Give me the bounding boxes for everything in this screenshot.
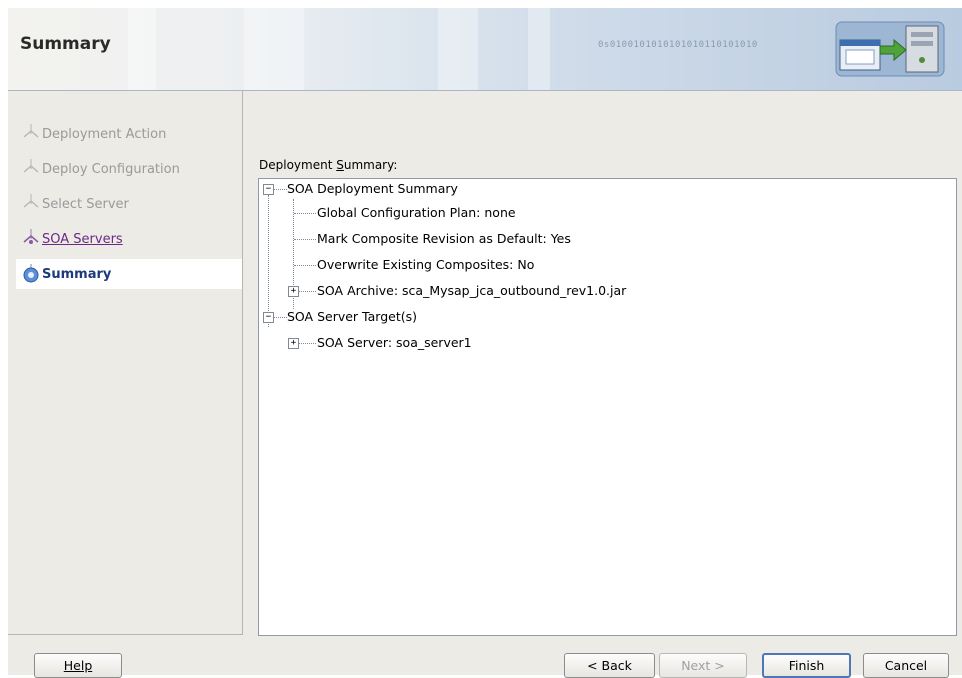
tree-node-soa-server[interactable]: SOA Server: soa_server1: [317, 333, 472, 353]
tree-node-soa-deployment-summary[interactable]: SOA Deployment Summary: [287, 179, 458, 199]
summary-panel: Deployment Summary: − SOA Deployment Sum…: [243, 91, 962, 636]
train-step-deployment-action: Deployment Action: [16, 119, 242, 149]
cancel-button[interactable]: Cancel: [863, 653, 949, 678]
train-step-soa-servers[interactable]: SOA Servers: [16, 224, 242, 254]
expand-icon[interactable]: +: [288, 338, 299, 349]
tree-node-mark-composite-default[interactable]: Mark Composite Revision as Default: Yes: [317, 229, 571, 249]
deploy-wizard-icon: [835, 21, 945, 77]
wizard-train: Deployment Action Deploy Configuration S…: [8, 91, 243, 635]
train-step-select-server: Select Server: [16, 189, 242, 219]
tree-node-global-configuration-plan[interactable]: Global Configuration Plan: none: [317, 203, 516, 223]
train-stop-icon: [23, 194, 39, 208]
help-button[interactable]: Help: [34, 653, 122, 678]
train-stop-icon: [23, 124, 39, 138]
tree-node-soa-server-targets[interactable]: SOA Server Target(s): [287, 307, 417, 327]
train-step-label: Summary: [42, 266, 112, 282]
page-title: Summary: [20, 34, 111, 54]
train-step-label: Select Server: [42, 196, 129, 212]
deployment-summary-tree[interactable]: − SOA Deployment Summary Global Configur…: [258, 178, 957, 636]
train-step-deploy-configuration: Deploy Configuration: [16, 154, 242, 184]
finish-button[interactable]: Finish: [762, 653, 851, 678]
tree-node-overwrite-composites[interactable]: Overwrite Existing Composites: No: [317, 255, 534, 275]
train-stop-icon: [23, 159, 39, 173]
tree-node-soa-archive[interactable]: SOA Archive: sca_Mysap_jca_outbound_rev1…: [317, 281, 626, 301]
train-step-label: Deployment Action: [42, 126, 167, 142]
train-stop-current-icon: [23, 264, 39, 283]
collapse-icon[interactable]: −: [263, 312, 274, 323]
collapse-icon[interactable]: −: [263, 184, 274, 195]
deployment-summary-label: Deployment Summary:: [259, 158, 398, 172]
deployment-wizard-window: Summary 0s0100101010101010110101010 Depl…: [8, 8, 962, 678]
back-button[interactable]: < Back: [564, 653, 655, 678]
train-step-summary: Summary: [16, 259, 242, 289]
wizard-header: Summary 0s0100101010101010110101010: [8, 8, 962, 91]
next-button[interactable]: Next >: [659, 653, 747, 678]
header-binary-decoration: 0s0100101010101010110101010: [598, 40, 758, 50]
train-step-label: Deploy Configuration: [42, 161, 180, 177]
train-step-link[interactable]: SOA Servers: [42, 232, 123, 247]
train-stop-visited-icon: [23, 229, 39, 244]
expand-icon[interactable]: +: [288, 286, 299, 297]
